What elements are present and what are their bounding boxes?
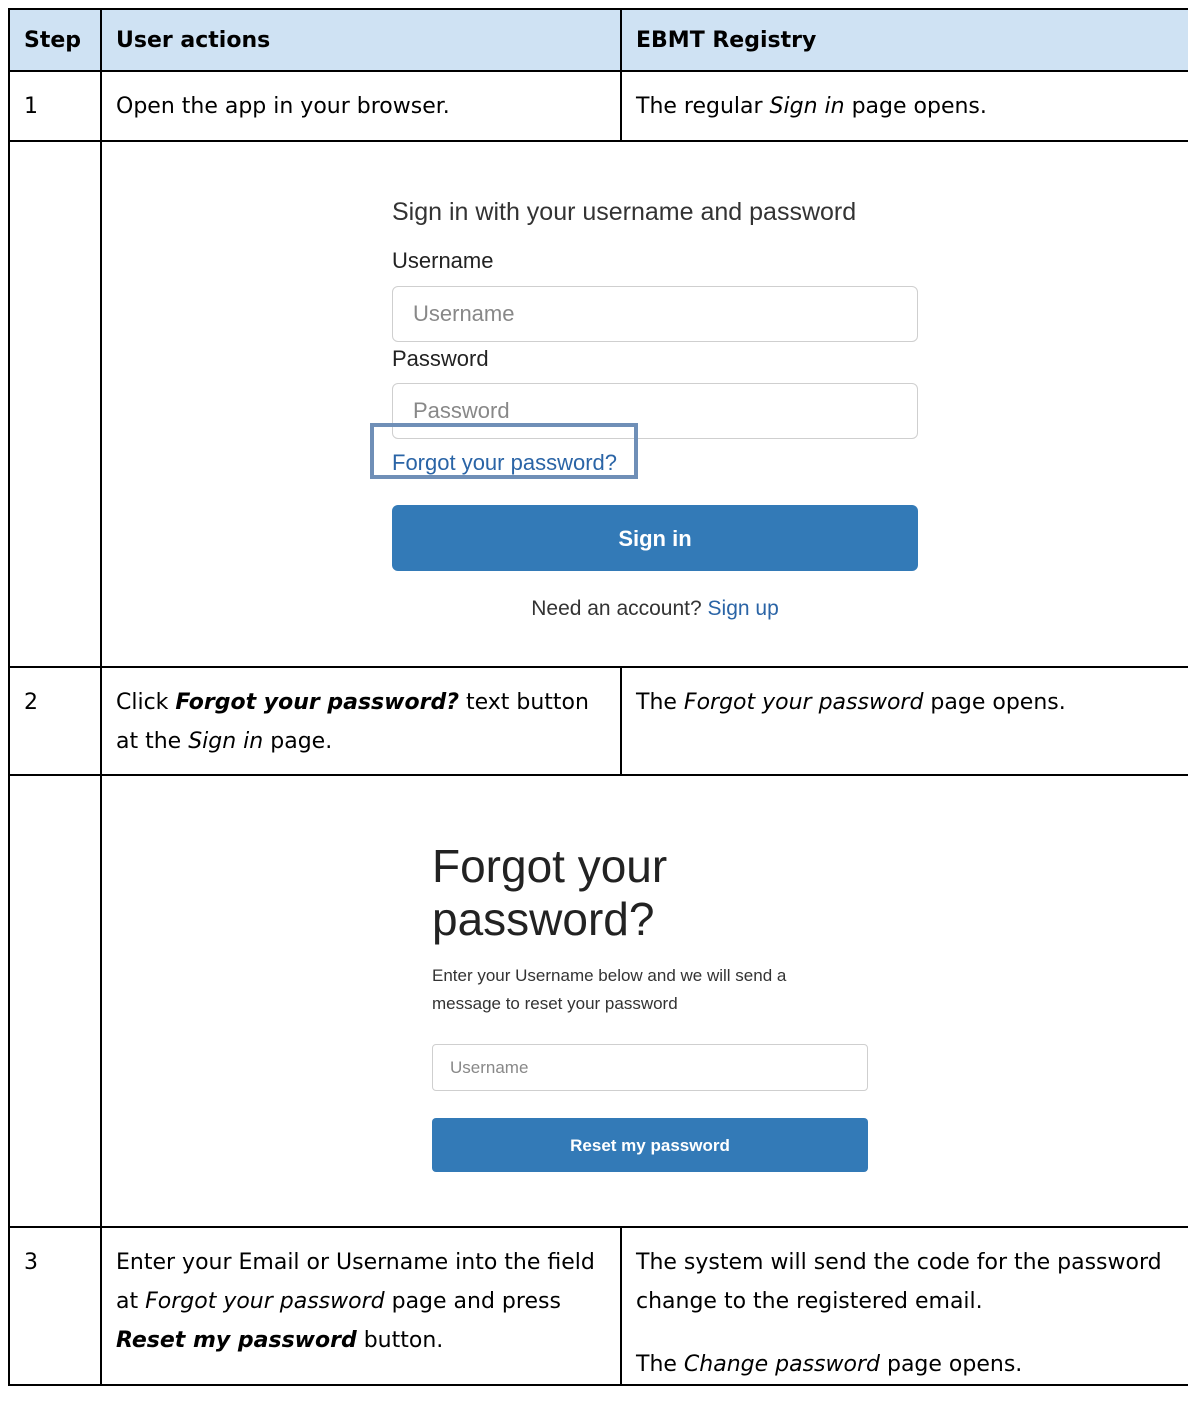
user-action: Enter your Email or Username into the fi… [100, 1226, 622, 1386]
forgot-form: Forgot your password? Enter your Usernam… [432, 840, 868, 1172]
forgot-username-input[interactable]: Username [432, 1044, 868, 1091]
system-result: The Forgot your password page opens. [620, 666, 1188, 776]
signin-form: Sign in with your username and password … [370, 197, 918, 628]
forgot-title: Forgot your password? [432, 840, 668, 945]
highlight-box [370, 423, 638, 479]
screenshot-row: Forgot your password? Enter your Usernam… [8, 774, 1188, 1228]
screenshot-row: Sign in with your username and password … [8, 140, 1188, 668]
forgot-description: Enter your Username below and we will se… [432, 966, 787, 1013]
header-ebmt-registry: EBMT Registry [620, 8, 1188, 72]
need-account-text: Need an account? Sign up [531, 597, 779, 620]
step-number: 2 [8, 666, 102, 776]
username-label: Username [392, 248, 494, 273]
system-result: The system will send the code for the pa… [620, 1226, 1188, 1386]
table-header-row: Step User actions EBMT Registry [8, 8, 1188, 72]
signin-button[interactable]: Sign in [392, 505, 918, 571]
reset-password-button[interactable]: Reset my password [432, 1118, 868, 1172]
steps-table: Step User actions EBMT Registry 1 Open t… [8, 8, 1188, 1386]
user-action: Click Forgot your password? text button … [100, 666, 622, 776]
table-row: 1 Open the app in your browser. The regu… [8, 70, 1188, 142]
step-number: 1 [8, 70, 102, 142]
system-result: The regular Sign in page opens. [620, 70, 1188, 142]
signin-title: Sign in with your username and password [392, 198, 857, 226]
forgot-screenshot: Forgot your password? Enter your Usernam… [100, 774, 1188, 1228]
user-action: Open the app in your browser. [100, 70, 622, 142]
header-user-actions: User actions [100, 8, 622, 72]
step-number: 3 [8, 1226, 102, 1386]
table-row: 2 Click Forgot your password? text butto… [8, 666, 1188, 776]
header-step: Step [8, 8, 102, 72]
table-row: 3 Enter your Email or Username into the … [8, 1226, 1188, 1386]
signup-link[interactable]: Sign up [708, 597, 779, 620]
signin-screenshot: Sign in with your username and password … [100, 140, 1188, 668]
username-input[interactable]: Username [392, 286, 918, 342]
password-label: Password [392, 346, 489, 371]
